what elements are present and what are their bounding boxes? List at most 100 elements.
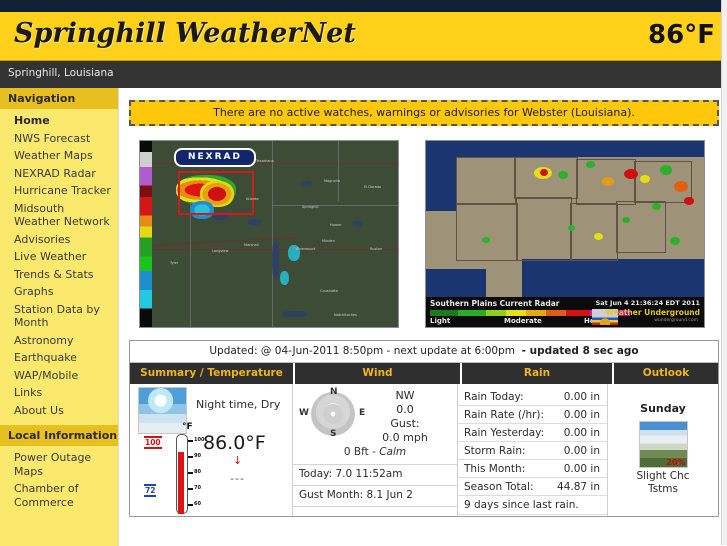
southern-plains-radar-image[interactable]: Southern Plains Current Radar Sat Jun 4 … (425, 140, 705, 328)
rain-row: This Month: 0.00 in (458, 460, 607, 478)
sidebar-item-power-outage-maps[interactable]: Power Outage Maps (0, 449, 118, 480)
sidebar-item-hurricane-tracker[interactable]: Hurricane Tracker (0, 182, 118, 200)
top-strip (0, 0, 727, 12)
dashboard-tab-outlook[interactable]: Outlook (614, 363, 718, 384)
radar-row: NEXRAD Texarkana Magnolia El Dorado Atla… (120, 140, 727, 328)
sidebar-local-information-heading: Local Information (0, 425, 118, 446)
advisory-banner: There are no active watches, warnings or… (129, 100, 719, 126)
outlook-precip-probability: 20% (666, 458, 686, 467)
wind-gust-value: 0.0 mph (382, 431, 428, 444)
sidebar-item-home[interactable]: Home (0, 112, 118, 130)
sidebar-item-about-us[interactable]: About Us (0, 402, 118, 420)
wu-legend-light: Light (430, 317, 451, 325)
wu-brand-label: Weather Underground (605, 308, 700, 317)
radar-city-label: Longview (212, 249, 229, 253)
nexrad-radar-image[interactable]: NEXRAD Texarkana Magnolia El Dorado Atla… (139, 140, 399, 328)
wind-today-row: Today: 7.0 11:52am (293, 464, 457, 483)
wind-gust-label: Gust: (390, 417, 420, 430)
rain-row-label: Rain Yesterday: (464, 426, 545, 439)
sidebar-item-nexrad-radar[interactable]: NEXRAD Radar (0, 165, 118, 183)
beaufort-number: 0 Bft - (343, 446, 380, 458)
location-bar: Springhill, Louisiana (0, 61, 727, 88)
rain-row-label: Rain Rate (/hr): (464, 408, 545, 421)
sidebar-item-live-weather[interactable]: Live Weather (0, 248, 118, 266)
main-content: There are no active watches, warnings or… (120, 88, 727, 546)
summary-panel: Night time, Dry 86.0°F ↓ --- °F 100 72 1… (130, 384, 293, 516)
radar-city-label: Natchitoches (334, 313, 357, 317)
outlook-panel: Sunday 20% Slight Chc Tstms (608, 384, 718, 516)
wu-radar-timestamp: Sat Jun 4 21:36:24 EDT 2011 (595, 299, 700, 307)
dashboard-tab-wind[interactable]: Wind (295, 363, 462, 384)
wind-gust-month-row: Gust Month: 8.1 Jun 2 (293, 485, 457, 504)
rain-row: Storm Rain: 0.00 in (458, 442, 607, 460)
rain-row: Rain Yesterday: 0.00 in (458, 424, 607, 442)
sidebar-item-astronomy[interactable]: Astronomy (0, 332, 118, 350)
sidebar-item-weather-maps[interactable]: Weather Maps (0, 147, 118, 165)
compass-south-label: S (330, 429, 337, 439)
radar-city-label: Magnolia (324, 179, 340, 183)
radar-city-label: Shreveport (296, 247, 316, 251)
sidebar-item-earthquake[interactable]: Earthquake (0, 349, 118, 367)
rain-panel: Rain Today: 0.00 in Rain Rate (/hr): 0.0… (458, 384, 608, 516)
thermometer-tick-label: 100 (194, 437, 205, 443)
radar-city-label: Ruston (370, 247, 383, 251)
dashboard-body-row: Night time, Dry 86.0°F ↓ --- °F 100 72 1… (130, 384, 718, 516)
page-root: Springhill WeatherNet 86°F Springhill, L… (0, 0, 727, 546)
updated-ago: - updated 8 sec ago (521, 345, 639, 357)
sidebar-item-advisories[interactable]: Advisories (0, 231, 118, 249)
dashboard-tab-summary[interactable]: Summary / Temperature (130, 363, 295, 384)
radar-city-label: Atlanta (246, 197, 259, 201)
wu-map-area (426, 141, 704, 299)
sidebar-item-wap-mobile[interactable]: WAP/Mobile (0, 367, 118, 385)
banner-current-temperature: 86°F (648, 20, 715, 50)
radar-city-label: Springhill (302, 205, 319, 209)
radar-color-scale (140, 141, 152, 327)
site-banner: Springhill WeatherNet 86°F (0, 12, 727, 61)
site-title: Springhill WeatherNet (14, 18, 356, 49)
sidebar-item-midsouth-weather-network[interactable]: Midsouth Weather Network (0, 200, 118, 231)
weather-dashboard: Updated: @ 04-Jun-2011 8:50pm - next upd… (129, 340, 719, 517)
compass-north-label: N (330, 387, 338, 397)
sidebar: Navigation Home NWS Forecast Weather Map… (0, 88, 119, 546)
radar-city-label: Minden (322, 239, 335, 243)
rain-row-value: 0.00 in (563, 444, 600, 457)
wu-legend-moderate: Moderate (504, 317, 542, 325)
updated-timestamp: Updated: @ 04-Jun-2011 8:50pm - next upd… (209, 345, 515, 357)
rain-row: Rain Rate (/hr): 0.00 in (458, 406, 607, 424)
thermometer-tick-label: 80 (194, 469, 201, 475)
radar-map-area: NEXRAD Texarkana Magnolia El Dorado Atla… (152, 141, 398, 327)
rain-row-label: This Month: (464, 462, 526, 475)
sidebar-item-graphs[interactable]: Graphs (0, 283, 118, 301)
dashboard-tab-rain[interactable]: Rain (462, 363, 614, 384)
thermometer-scale: 100 90 80 70 60 (188, 434, 206, 512)
outlook-description-line2: Tstms (648, 483, 678, 495)
thermometer-tick-label: 90 (194, 453, 201, 459)
sidebar-navigation-list: Home NWS Forecast Weather Maps NEXRAD Ra… (0, 109, 118, 425)
rain-row-value: 0.00 in (563, 426, 600, 439)
thermometer-low-marker: 72 (144, 484, 157, 497)
condition-text: Night time, Dry (196, 398, 281, 411)
sidebar-local-list: Power Outage Maps Chamber of Commerce (0, 446, 118, 517)
thermometer-unit-label: °F (182, 422, 193, 432)
page-scrollbar[interactable] (721, 0, 727, 545)
temperature-trend-arrow-icon: ↓ (233, 454, 243, 467)
sidebar-item-links[interactable]: Links (0, 384, 118, 402)
compass-west-label: W (299, 408, 309, 418)
dashboard-updated-line: Updated: @ 04-Jun-2011 8:50pm - next upd… (130, 341, 718, 363)
rain-row-label: Storm Rain: (464, 444, 526, 457)
thermometer-tick-label: 70 (194, 485, 201, 491)
dashboard-header-row: Summary / Temperature Wind Rain Outlook (130, 363, 718, 384)
radar-city-label: Tyler (170, 261, 179, 265)
radar-warning-box (178, 171, 254, 215)
radar-city-label: El Dorado (364, 185, 382, 189)
sidebar-item-station-data-by-month[interactable]: Station Data by Month (0, 301, 118, 332)
sidebar-item-trends-stats[interactable]: Trends & Stats (0, 266, 118, 284)
rain-row-label: Rain Today: (464, 390, 524, 403)
rain-row: Season Total: 44.87 in (458, 478, 607, 496)
rain-row-value: 0.00 in (563, 390, 600, 403)
outlook-description: Slight Chc Tstms (608, 470, 718, 496)
sidebar-item-nws-forecast[interactable]: NWS Forecast (0, 130, 118, 148)
sidebar-item-chamber-of-commerce[interactable]: Chamber of Commerce (0, 480, 118, 511)
rain-note: 9 days since last rain. (458, 496, 607, 515)
wu-legend-bar: Southern Plains Current Radar Sat Jun 4 … (426, 297, 704, 327)
